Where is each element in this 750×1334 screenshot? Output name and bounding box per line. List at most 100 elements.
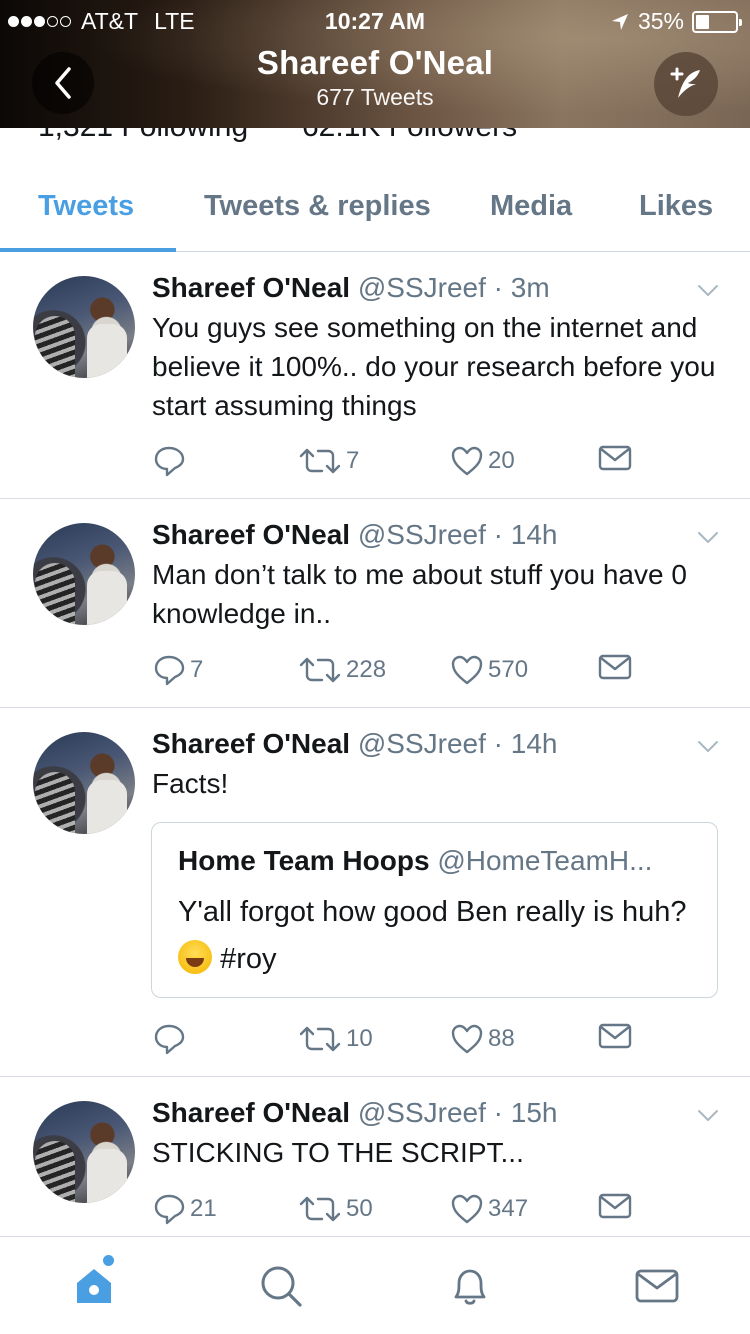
retweet-icon bbox=[298, 1192, 342, 1226]
retweet-button[interactable]: 7 bbox=[298, 444, 359, 478]
retweet-button[interactable]: 50 bbox=[298, 1192, 373, 1226]
quoted-author-handle: @HomeTeamH... bbox=[437, 845, 653, 876]
tab-tweets[interactable]: Tweets bbox=[38, 190, 134, 223]
mail-icon bbox=[598, 1192, 632, 1220]
tweet-author-name: Shareef O'Neal bbox=[152, 728, 351, 759]
tweet-text: Man don’t talk to me about stuff you hav… bbox=[152, 559, 687, 629]
tweet-item[interactable]: Shareef O'Neal @SSJreef · 3m You guys se… bbox=[0, 252, 750, 499]
battery-percent: 35% bbox=[637, 8, 684, 34]
mail-icon bbox=[598, 1022, 632, 1050]
mail-icon bbox=[598, 653, 632, 681]
tweet-author-name: Shareef O'Neal bbox=[152, 1097, 351, 1128]
direct-message-button[interactable] bbox=[598, 1022, 632, 1050]
reply-button[interactable]: 21 bbox=[152, 1192, 217, 1226]
like-button[interactable]: 570 bbox=[450, 653, 528, 687]
chevron-down-icon[interactable] bbox=[697, 284, 719, 298]
quoted-tweet-header: Home Team Hoops @HomeTeamH... bbox=[178, 845, 652, 877]
tweet-actions: 7 228 570 bbox=[152, 653, 652, 693]
chevron-down-icon[interactable] bbox=[697, 1109, 719, 1123]
tweet-author-name: Shareef O'Neal bbox=[152, 519, 351, 550]
like-button[interactable]: 347 bbox=[450, 1192, 528, 1226]
retweet-count: 228 bbox=[346, 656, 387, 683]
page-title: Shareef O'Neal bbox=[256, 44, 494, 81]
nav-search[interactable] bbox=[256, 1261, 306, 1311]
heart-icon bbox=[450, 1192, 484, 1226]
tweet-text: You guys see something on the internet a… bbox=[152, 312, 716, 421]
tweet-handle-time: @SSJreef · 14h bbox=[357, 519, 558, 550]
direct-message-button[interactable] bbox=[598, 653, 632, 681]
tweet-item[interactable]: Shareef O'Neal @SSJreef · 15h STICKING T… bbox=[0, 1077, 750, 1237]
chevron-down-icon[interactable] bbox=[697, 740, 719, 754]
retweet-icon bbox=[298, 653, 342, 687]
home-icon bbox=[77, 1269, 111, 1303]
compose-tweet-button[interactable] bbox=[654, 52, 718, 116]
profile-header: AT&T LTE 10:27 AM 35% Shareef O'Neal 677… bbox=[0, 0, 750, 128]
tweet-text: STICKING TO THE SCRIPT... bbox=[152, 1137, 524, 1168]
quoted-tweet-text: Y'all forgot how good Ben really is huh?… bbox=[178, 889, 698, 983]
mail-icon bbox=[635, 1269, 679, 1303]
reply-icon bbox=[152, 1022, 186, 1056]
tweet-handle-time: @SSJreef · 15h bbox=[357, 1097, 558, 1128]
tweet-actions: 7 20 bbox=[152, 444, 652, 484]
chevron-down-icon[interactable] bbox=[697, 531, 719, 545]
retweet-count: 7 bbox=[346, 447, 360, 474]
tweet-header: Shareef O'Neal @SSJreef · 15h bbox=[152, 1097, 557, 1129]
notification-dot bbox=[103, 1255, 114, 1266]
like-count: 88 bbox=[488, 1025, 515, 1052]
tab-media[interactable]: Media bbox=[490, 190, 572, 223]
retweet-count: 50 bbox=[346, 1195, 373, 1222]
like-count: 20 bbox=[488, 447, 515, 474]
tweet-count: 677 Tweets bbox=[316, 84, 434, 110]
tab-tweets-and-replies[interactable]: Tweets & replies bbox=[204, 190, 431, 223]
tweet-author-name: Shareef O'Neal bbox=[152, 272, 351, 303]
retweet-button[interactable]: 10 bbox=[298, 1022, 373, 1056]
quoted-author-name: Home Team Hoops bbox=[178, 845, 430, 876]
direct-message-button[interactable] bbox=[598, 1192, 632, 1220]
like-button[interactable]: 88 bbox=[450, 1022, 515, 1056]
tweet-header: Shareef O'Neal @SSJreef · 3m bbox=[152, 272, 550, 304]
tweet-actions: 10 88 bbox=[152, 1022, 652, 1062]
mail-icon bbox=[598, 444, 632, 472]
quoted-tweet-card[interactable]: Home Team Hoops @HomeTeamH... Y'all forg… bbox=[151, 822, 718, 998]
avatar[interactable] bbox=[33, 1101, 135, 1203]
compose-feather-icon bbox=[670, 67, 700, 98]
avatar[interactable] bbox=[33, 732, 135, 834]
nav-home[interactable] bbox=[69, 1255, 119, 1311]
reply-count: 21 bbox=[190, 1195, 217, 1222]
quoted-text-body: Y'all forgot how good Ben really is huh? bbox=[178, 896, 687, 928]
tab-likes[interactable]: Likes bbox=[639, 190, 713, 223]
bell-icon bbox=[454, 1269, 486, 1305]
profile-tabs: Tweets Tweets & replies Media Likes bbox=[0, 160, 750, 252]
tweet-header: Shareef O'Neal @SSJreef · 14h bbox=[152, 728, 557, 760]
reply-button[interactable] bbox=[152, 1022, 190, 1056]
nav-notifications[interactable] bbox=[445, 1261, 495, 1311]
like-count: 347 bbox=[488, 1195, 529, 1222]
header-title-block: Shareef O'Neal 677 Tweets bbox=[0, 44, 750, 111]
reply-icon bbox=[152, 653, 186, 687]
hashtag-link[interactable]: #roy bbox=[220, 943, 276, 975]
tweet-text: Facts! bbox=[152, 768, 229, 799]
like-button[interactable]: 20 bbox=[450, 444, 515, 478]
tweet-handle-time: @SSJreef · 3m bbox=[357, 272, 550, 303]
search-icon bbox=[261, 1266, 302, 1307]
tweet-header: Shareef O'Neal @SSJreef · 14h bbox=[152, 519, 557, 551]
nav-messages[interactable] bbox=[632, 1261, 682, 1311]
heart-icon bbox=[450, 653, 484, 687]
battery-icon bbox=[692, 10, 742, 33]
tweet-item[interactable]: Shareef O'Neal @SSJreef · 14h Man don’t … bbox=[0, 499, 750, 708]
retweet-button[interactable]: 228 bbox=[298, 653, 386, 687]
location-arrow-icon bbox=[611, 13, 628, 30]
avatar[interactable] bbox=[33, 523, 135, 625]
direct-message-button[interactable] bbox=[598, 444, 632, 472]
retweet-count: 10 bbox=[346, 1025, 373, 1052]
tweet-handle-time: @SSJreef · 14h bbox=[357, 728, 558, 759]
heart-icon bbox=[450, 444, 484, 478]
reply-button[interactable]: 7 bbox=[152, 653, 203, 687]
avatar[interactable] bbox=[33, 276, 135, 378]
status-bar: AT&T LTE 10:27 AM 35% bbox=[0, 0, 750, 40]
like-count: 570 bbox=[488, 656, 529, 683]
tweet-item[interactable]: Shareef O'Neal @SSJreef · 14h Facts! Hom… bbox=[0, 708, 750, 1077]
reply-count: 7 bbox=[190, 656, 204, 683]
bottom-tab-bar bbox=[0, 1236, 750, 1334]
reply-button[interactable] bbox=[152, 444, 190, 478]
